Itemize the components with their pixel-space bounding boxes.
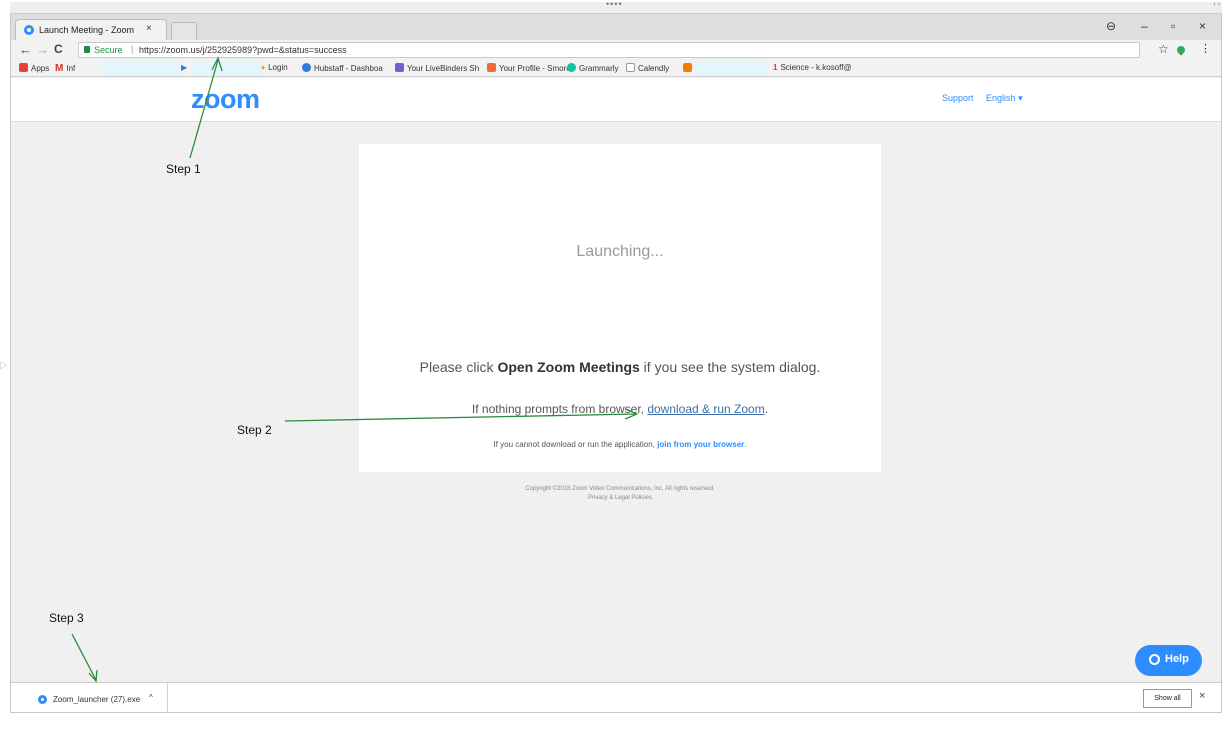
browser-join-text: If you cannot download or run the applic… (493, 440, 747, 449)
bookmark-gmail[interactable]: M Inf (55, 63, 75, 74)
tab-title: Launch Meeting - Zoom (39, 25, 135, 35)
zoom-file-icon (38, 695, 47, 704)
zoom-favicon-icon (24, 25, 34, 35)
copyright-text: Copyright ©2018 Zoom Video Communication… (525, 486, 715, 492)
video-bookmark-icon (683, 63, 692, 72)
tab-bar: Launch Meeting - Zoom × ⊖ – ▫ × (11, 14, 1221, 40)
flame-icon: ♦ (261, 63, 266, 72)
bookmark-grammarly[interactable]: Grammarly (567, 63, 619, 73)
url-text: https://zoom.us/j/252925989?pwd=&status=… (139, 45, 347, 55)
download-options-caret-icon[interactable]: ^ (149, 693, 153, 702)
grammarly-icon (567, 63, 576, 72)
language-dropdown[interactable]: English ▾ (986, 93, 1023, 103)
bookmark-star-icon[interactable]: ☆ (1158, 42, 1169, 56)
browser-window: Launch Meeting - Zoom × ⊖ – ▫ × ← → C Se… (10, 13, 1222, 713)
drag-handle-dots[interactable]: •••• (606, 0, 623, 9)
top-strip: •••• ‹ › (10, 0, 1222, 13)
bookmarks-bar: Apps M Inf ▶ ♦ Login Hubstaff - Dashboa Yo… (11, 60, 1221, 77)
menu-kebab-icon[interactable]: ⋮ (1200, 42, 1211, 55)
side-arrow-icon: ▷ (0, 360, 8, 371)
fallback-text: If nothing prompts from browser, downloa… (471, 402, 769, 416)
join-from-browser-link[interactable]: join from your browser (657, 440, 744, 449)
step3-label: Step 3 (49, 611, 84, 625)
secure-label: Secure (94, 45, 123, 55)
help-label: Help (1165, 653, 1189, 665)
restore-button[interactable]: ▫ (1171, 19, 1175, 33)
show-all-button[interactable]: Show all (1143, 689, 1192, 708)
bookmark-hubstaff[interactable]: Hubstaff - Dashboa (302, 63, 383, 73)
expand-arrows-icon[interactable]: ‹ › (1213, 1, 1220, 8)
download-run-zoom-link[interactable]: download & run Zoom (647, 402, 764, 416)
close-download-bar-icon[interactable]: × (1199, 690, 1205, 702)
support-link[interactable]: Support (942, 93, 974, 103)
redacted-bookmark (101, 61, 181, 76)
bookmark-science[interactable]: 1 Science - k.kosoff@ (773, 63, 852, 72)
address-separator: | (131, 44, 134, 54)
minimize-button[interactable]: – (1141, 19, 1148, 33)
zoom-header: zoom Support English ▾ (11, 78, 1221, 122)
zoom-logo[interactable]: zoom (191, 84, 260, 115)
close-window-button[interactable]: × (1199, 19, 1206, 33)
download-item[interactable]: Zoom_launcher (27).exe ^ (11, 683, 168, 712)
bookmark-apps[interactable]: Apps (19, 63, 49, 73)
screenshot-frame: •••• ‹ › ▷ Launch Meeting - Zoom × ⊖ – ▫… (0, 0, 1226, 729)
tab-close-icon[interactable]: × (146, 23, 152, 34)
forward-button[interactable]: → (36, 42, 49, 57)
play-icon[interactable]: ▶ (181, 63, 187, 72)
address-row: ← → C Secure | https://zoom.us/j/2529259… (11, 40, 1221, 60)
copyright-footer: Copyright ©2018 Zoom Video Communication… (359, 485, 881, 503)
gmail-icon: M (55, 63, 64, 74)
bookmark-login[interactable]: ♦ Login (261, 63, 288, 72)
redacted-bookmark (695, 61, 767, 76)
bookmark-smore[interactable]: Your Profile - Smore (487, 63, 571, 73)
redacted-bookmark (191, 61, 263, 76)
download-filename: Zoom_launcher (27).exe (53, 695, 141, 704)
calendly-icon (626, 63, 635, 72)
bookmark-livebinders[interactable]: Your LiveBinders Sh (395, 63, 479, 73)
account-icon[interactable]: ⊖ (1106, 19, 1116, 33)
hubstaff-icon (302, 63, 311, 72)
apps-grid-icon (19, 63, 28, 72)
tab-launch-meeting[interactable]: Launch Meeting - Zoom × (15, 19, 167, 40)
lock-icon (84, 46, 90, 53)
download-bar: Zoom_launcher (27).exe ^ Show all × (11, 682, 1221, 712)
reload-button[interactable]: C (54, 42, 63, 56)
orange-bookmark-icon[interactable] (683, 63, 695, 73)
extension-icon[interactable] (1175, 44, 1187, 56)
science-icon: 1 (773, 63, 778, 72)
launching-text: Launching... (576, 243, 664, 260)
chat-bubble-icon (1149, 654, 1160, 665)
help-button[interactable]: Help (1135, 645, 1202, 676)
instruction-text: Please click Open Zoom Meetings if you s… (419, 359, 821, 375)
privacy-link[interactable]: Privacy & Legal Policies (359, 494, 881, 503)
open-zoom-meetings-label: Open Zoom Meetings (497, 359, 640, 375)
step1-label: Step 1 (166, 162, 201, 176)
address-bar[interactable]: Secure | https://zoom.us/j/252925989?pwd… (78, 42, 1140, 58)
launch-card: Launching... Please click Open Zoom Meet… (359, 144, 881, 472)
smore-icon (487, 63, 496, 72)
step2-label: Step 2 (237, 423, 272, 437)
header-links: Support English ▾ (942, 93, 1033, 104)
livebinders-icon (395, 63, 404, 72)
bookmark-calendly[interactable]: Calendly (626, 63, 669, 73)
back-button[interactable]: ← (19, 42, 32, 57)
new-tab-button[interactable] (171, 22, 197, 40)
